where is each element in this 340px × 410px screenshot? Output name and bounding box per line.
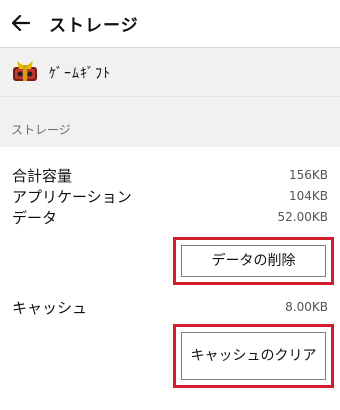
total-capacity-label: 合計容量 <box>12 167 73 185</box>
cache-row: キャッシュ 8.00KB <box>12 297 328 319</box>
delete-data-highlight: データの削除 <box>173 237 334 285</box>
application-label: アプリケーション <box>12 188 132 206</box>
section-title: ストレージ <box>11 123 71 137</box>
data-row: データ 52.00KB <box>12 207 328 229</box>
cache-label: キャッシュ <box>12 299 88 317</box>
storage-content: 合計容量 156KB アプリケーション 104KB データ 52.00KB デー… <box>0 147 340 410</box>
clear-cache-button[interactable]: キャッシュのクリア <box>181 332 326 380</box>
app-bar: ストレージ <box>0 0 340 48</box>
total-capacity-value: 156KB <box>288 168 328 182</box>
application-row: アプリケーション 104KB <box>12 186 328 208</box>
clear-cache-highlight: キャッシュのクリア <box>173 324 334 388</box>
total-capacity-row: 合計容量 156KB <box>12 165 328 187</box>
page-title: ストレージ <box>49 16 139 36</box>
data-label: データ <box>12 209 58 227</box>
back-arrow-icon <box>12 15 30 31</box>
back-button[interactable] <box>10 12 32 34</box>
app-icon <box>13 61 37 81</box>
delete-data-button[interactable]: データの削除 <box>181 245 326 277</box>
app-name: ｹﾞｰﾑｷﾞﾌﾄ <box>49 66 111 82</box>
cache-value: 8.00KB <box>285 300 328 314</box>
section-header: ストレージ <box>0 96 340 148</box>
application-value: 104KB <box>288 189 328 203</box>
app-info-row: ｹﾞｰﾑｷﾞﾌﾄ <box>0 48 340 96</box>
data-value: 52.00KB <box>277 210 328 224</box>
